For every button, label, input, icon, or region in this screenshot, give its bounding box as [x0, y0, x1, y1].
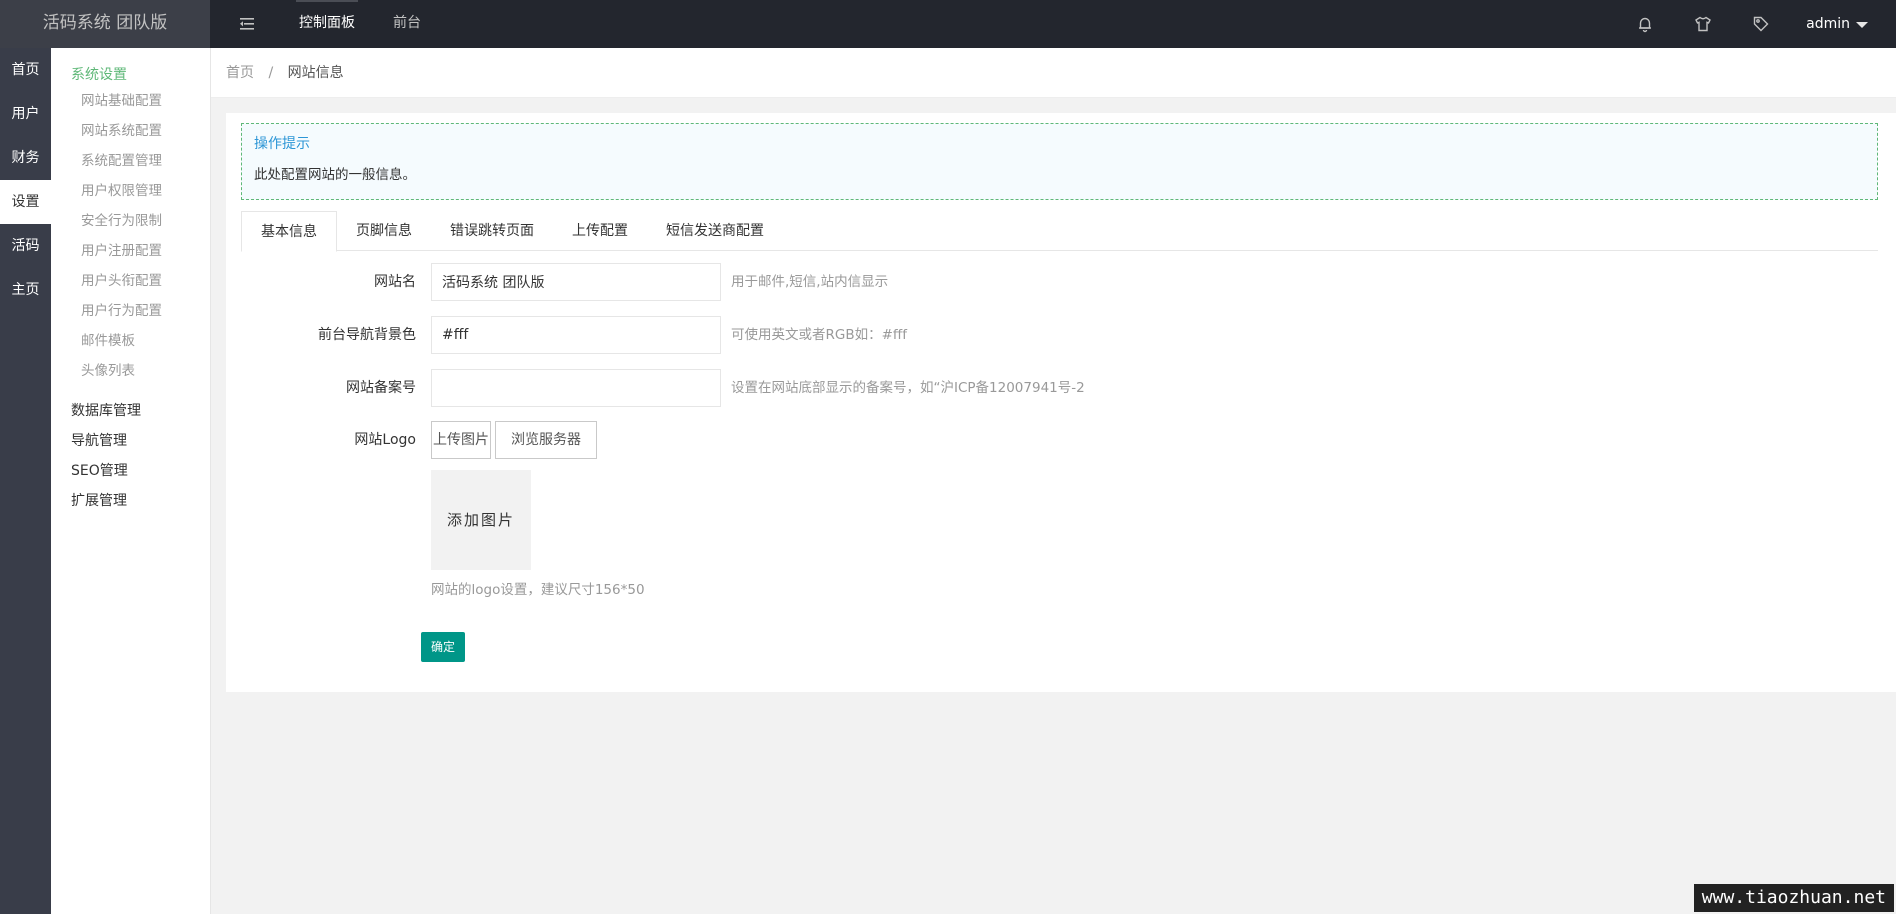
browse-server-button[interactable]: 浏览服务器 — [495, 421, 597, 459]
breadcrumb-current: 网站信息 — [287, 65, 344, 81]
subnav-item-behavior-config[interactable]: 用户行为配置 — [51, 296, 210, 326]
subnav-section-extension[interactable]: 扩展管理 — [51, 486, 210, 516]
chevron-down-icon — [1856, 22, 1868, 28]
upload-image-button[interactable]: 上传图片 — [431, 421, 491, 459]
top-nav-dashboard[interactable]: 控制面板 — [280, 0, 374, 48]
subnav-item-permissions[interactable]: 用户权限管理 — [51, 176, 210, 206]
operation-tip: 操作提示 此处配置网站的一般信息。 — [241, 123, 1878, 200]
logo-label: 网站Logo — [354, 432, 416, 448]
sub-sidebar: 系统设置 网站基础配置 网站系统配置 系统配置管理 用户权限管理 安全行为限制 … — [51, 48, 211, 914]
watermark: www.tiaozhuan.net — [1693, 884, 1894, 912]
subnav-section-seo[interactable]: SEO管理 — [51, 456, 210, 486]
subnav-group-title[interactable]: 系统设置 — [51, 48, 210, 84]
form-row-nav-bg: 前台导航背景色 可使用英文或者RGB如：#fff — [226, 316, 1526, 354]
mainnav-item-homepage[interactable]: 主页 — [0, 268, 51, 312]
form-row-site-name: 网站名 用于邮件,短信,站内信显示 — [226, 263, 1526, 301]
main-sidebar: 首页 用户 财务 设置 活码 主页 — [0, 48, 51, 914]
top-nav: 控制面板 前台 — [280, 0, 440, 48]
subnav-item-config-manage[interactable]: 系统配置管理 — [51, 146, 210, 176]
tab-sms-provider[interactable]: 短信发送商配置 — [647, 211, 783, 250]
mainnav-item-users[interactable]: 用户 — [0, 92, 51, 136]
subnav-item-title-config[interactable]: 用户头衔配置 — [51, 266, 210, 296]
subnav-item-site-basic[interactable]: 网站基础配置 — [51, 86, 210, 116]
mainnav-item-settings[interactable]: 设置 — [0, 180, 51, 224]
form-row-icp: 网站备案号 设置在网站底部显示的备案号，如“沪ICP备12007941号-2 — [226, 369, 1526, 407]
breadcrumb-home[interactable]: 首页 — [226, 65, 254, 81]
app-logo: 活码系统 团队版 — [0, 0, 210, 48]
tab-basic-info[interactable]: 基本信息 — [241, 211, 337, 252]
logo-hint: 网站的logo设置，建议尺寸156*50 — [431, 582, 645, 598]
subnav-item-avatar-list[interactable]: 头像列表 — [51, 356, 210, 386]
top-header: 活码系统 团队版 控制面板 前台 admin — [0, 0, 1896, 48]
subnav-item-security-limit[interactable]: 安全行为限制 — [51, 206, 210, 236]
breadcrumb-separator: / — [268, 65, 274, 81]
top-nav-frontend[interactable]: 前台 — [374, 0, 440, 48]
tip-text: 此处配置网站的一般信息。 — [254, 167, 416, 183]
menu-toggle-icon[interactable] — [238, 14, 258, 34]
tab-bar: 基本信息 页脚信息 错误跳转页面 上传配置 短信发送商配置 — [241, 211, 1878, 252]
subnav-section-navigation[interactable]: 导航管理 — [51, 426, 210, 456]
tag-icon[interactable] — [1732, 0, 1790, 48]
subnav-item-mail-template[interactable]: 邮件模板 — [51, 326, 210, 356]
subnav-item-site-system[interactable]: 网站系统配置 — [51, 116, 210, 146]
user-menu[interactable]: admin — [1790, 16, 1896, 32]
nav-bg-hint: 可使用英文或者RGB如：#fff — [731, 327, 907, 343]
tip-title: 操作提示 — [254, 136, 310, 152]
site-name-input[interactable] — [431, 263, 721, 301]
content-card: 操作提示 此处配置网站的一般信息。 基本信息 页脚信息 错误跳转页面 上传配置 … — [226, 113, 1896, 692]
form-row-logo: 网站Logo 上传图片 浏览服务器 — [226, 421, 1526, 459]
confirm-button[interactable]: 确定 — [421, 632, 465, 662]
mainnav-item-home[interactable]: 首页 — [0, 48, 51, 92]
add-image-box[interactable]: 添加图片 — [431, 470, 531, 570]
icp-input[interactable] — [431, 369, 721, 407]
bell-icon[interactable] — [1616, 0, 1674, 48]
site-name-hint: 用于邮件,短信,站内信显示 — [731, 274, 889, 290]
mainnav-item-qrcode[interactable]: 活码 — [0, 224, 51, 268]
tab-upload-config[interactable]: 上传配置 — [553, 211, 647, 250]
user-name: admin — [1806, 16, 1850, 32]
nav-bg-input[interactable] — [431, 316, 721, 354]
subnav-item-register-config[interactable]: 用户注册配置 — [51, 236, 210, 266]
subnav-section-database[interactable]: 数据库管理 — [51, 396, 210, 426]
tab-error-redirect[interactable]: 错误跳转页面 — [431, 211, 553, 250]
mainnav-item-finance[interactable]: 财务 — [0, 136, 51, 180]
site-name-label: 网站名 — [374, 274, 416, 290]
tshirt-icon[interactable] — [1674, 0, 1732, 48]
icp-hint: 设置在网站底部显示的备案号，如“沪ICP备12007941号-2 — [731, 380, 1085, 396]
breadcrumb: 首页 / 网站信息 — [211, 48, 1896, 98]
icp-label: 网站备案号 — [346, 380, 416, 396]
top-right-tools: admin — [1616, 0, 1896, 48]
nav-bg-label: 前台导航背景色 — [318, 327, 416, 343]
tab-footer-info[interactable]: 页脚信息 — [337, 211, 431, 250]
